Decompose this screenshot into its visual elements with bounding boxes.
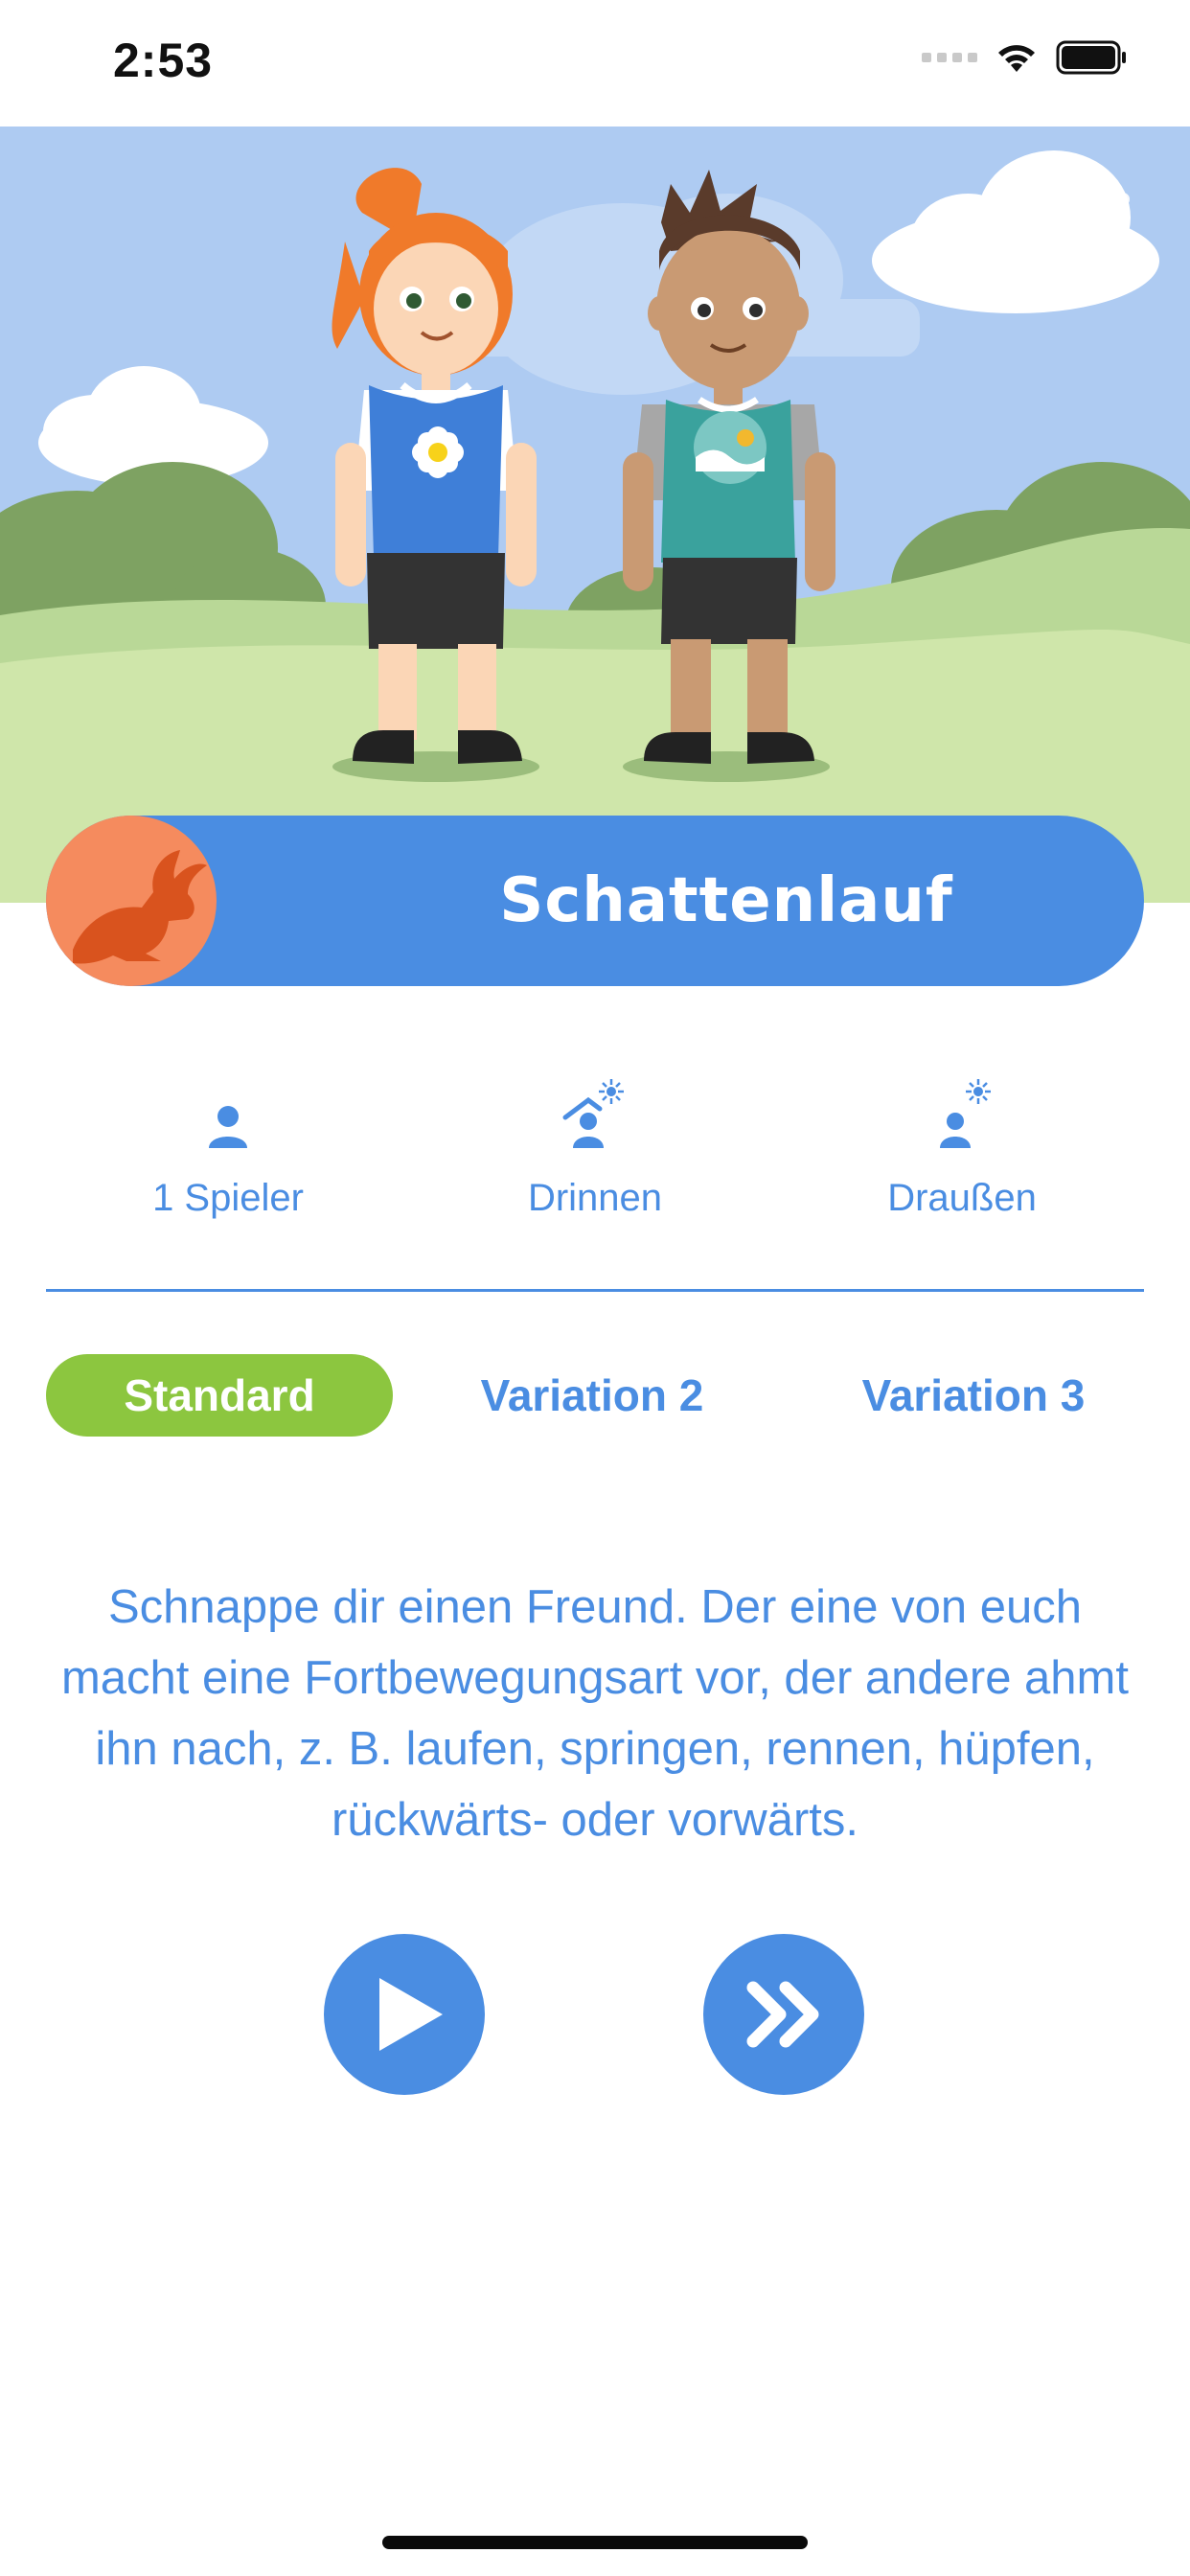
rabbit-icon — [46, 816, 217, 986]
divider — [46, 1289, 1144, 1292]
players-info: 1 Spieler — [84, 1092, 372, 1220]
tab-variation-2[interactable]: Variation 2 — [429, 1354, 755, 1437]
play-icon — [379, 1978, 443, 2051]
wifi-icon — [998, 45, 1035, 72]
close-button[interactable] — [1054, 182, 1140, 268]
indoor-label: Drinnen — [527, 1177, 663, 1219]
tab-variation-3[interactable]: Variation 3 — [803, 1354, 1144, 1437]
status-time: 2:53 — [113, 34, 214, 87]
players-label: 1 Spieler — [152, 1177, 304, 1219]
hero-illustration — [0, 126, 1190, 903]
indoor-info: Drinnen — [451, 1079, 739, 1220]
signal-icon — [922, 53, 977, 62]
tab-standard[interactable]: Standard — [46, 1354, 393, 1437]
outdoor-sun-icon — [940, 1079, 991, 1148]
activity-description: Schnappe dir einen Freund. Der eine von … — [60, 1581, 1129, 1846]
status-bar: 2:53 — [0, 0, 1190, 126]
outdoor-info: Draußen — [818, 1079, 1106, 1220]
close-icon — [1064, 193, 1130, 258]
activity-title: Schattenlauf — [499, 865, 953, 936]
next-button[interactable] — [703, 1934, 864, 2095]
info-row: 1 Spieler Drinnen Draußen — [46, 1079, 1144, 1227]
fast-forward-icon — [746, 1981, 819, 2048]
person-icon — [209, 1106, 247, 1148]
play-button[interactable] — [324, 1934, 485, 2095]
variation-tabs: Standard Variation 2 Variation 3 — [46, 1354, 1144, 1437]
status-icons — [922, 40, 1129, 75]
battery-icon — [1056, 40, 1126, 75]
home-indicator[interactable] — [382, 2536, 808, 2549]
indoor-icon — [562, 1079, 624, 1148]
outdoor-label: Draußen — [887, 1177, 1037, 1219]
